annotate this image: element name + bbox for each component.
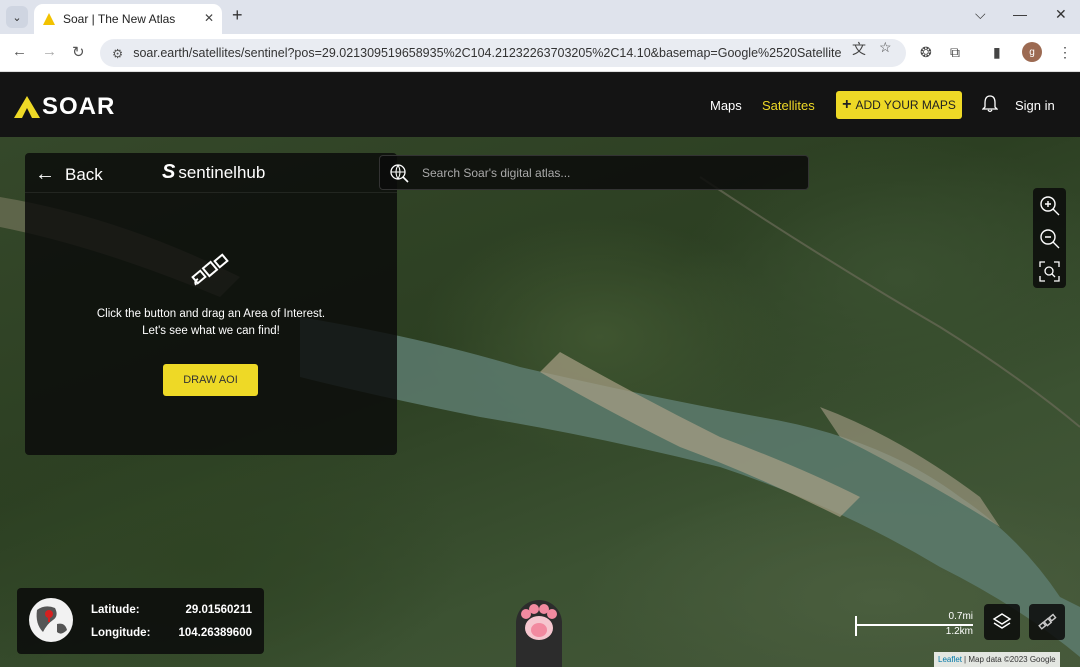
longitude-value: 104.26389600 [178,627,252,639]
tab-title: Soar | The New Atlas [63,12,176,26]
soar-logo[interactable]: SOAR [14,93,115,121]
globe-icon [29,598,73,642]
url-text: soar.earth/satellites/sentinel?pos=29.02… [133,46,842,60]
message-line-1: Click the button and drag an Area of Int… [96,308,326,320]
draw-aoi-button[interactable]: DRAW AOI [163,364,258,396]
extension-icon[interactable]: ❂ [920,44,932,61]
scale-mi: 0.7mi [948,611,973,622]
tab-close-icon[interactable]: ✕ [204,11,214,25]
scale-km: 1.2km [945,626,973,637]
layers-button[interactable] [984,604,1020,640]
browser-tab[interactable]: Soar | The New Atlas ✕ [34,4,222,34]
layers-icon [992,613,1012,629]
scale-tick [855,616,857,636]
bell-icon[interactable] [982,95,998,113]
tab-list-icon[interactable]: ⌵ [975,6,986,23]
satellite-icon [191,253,229,286]
satellite-tool-button[interactable] [1029,604,1065,640]
app-header: SOAR Maps Satellites + ADD YOUR MAPS Sig… [0,73,1080,137]
menu-icon[interactable]: ⋮ [1058,44,1072,61]
message-line-2: Let's see what we can find! [142,325,280,337]
coordinate-readout: Latitude: 29.01560211 Longitude: 104.263… [17,588,264,654]
attribution-text: | Map data ©2023 Google [964,655,1056,664]
minimize-button[interactable]: — [1013,6,1027,22]
back-arrow-icon: ← [35,163,55,185]
map-scale: 0.7mi 1.2km [855,610,975,640]
map-attribution: Leaflet | Map data ©2023 Google [934,652,1060,667]
profile-avatar[interactable]: g [1022,42,1042,62]
puzzle-icon[interactable]: ⧉ [950,44,960,61]
browser-tab-strip: ⌄ Soar | The New Atlas ✕ + ⌵ — ✕ [0,0,1080,34]
search-input[interactable] [422,165,792,180]
sentinelhub-mark-icon: S [162,161,176,183]
add-maps-label: ADD YOUR MAPS [855,98,956,112]
sidebar-icon[interactable]: ▮ [993,44,1001,61]
latitude-value: 29.01560211 [185,604,252,616]
atlas-search [379,155,809,190]
sentinel-panel: ← Back S sentinelhub Click the button an… [25,153,397,455]
star-icon[interactable]: ☆ [879,39,892,56]
forward-arrow-icon[interactable]: → [42,43,57,60]
tab-search-button[interactable]: ⌄ [6,6,28,28]
panel-header: ← Back S sentinelhub [25,153,397,193]
paw-mascot[interactable] [516,600,562,667]
zoom-out-icon[interactable] [1039,228,1060,249]
leaflet-link[interactable]: Leaflet [938,655,962,664]
back-button[interactable]: ← Back [35,163,103,186]
new-tab-button[interactable]: + [232,5,243,26]
panel-message: Click the button and drag an Area of Int… [25,306,397,340]
translate-icon[interactable]: 文 [852,39,866,59]
globe-search-icon [390,163,409,183]
back-arrow-icon[interactable]: ← [12,43,27,60]
tune-icon[interactable]: ⚙ [112,46,123,61]
sentinelhub-logo: S sentinelhub [162,161,265,184]
add-maps-button[interactable]: + ADD YOUR MAPS [836,91,962,119]
zoom-in-icon[interactable] [1039,195,1060,216]
zoom-controls [1033,188,1066,288]
latitude-label: Latitude: [91,604,140,616]
browser-toolbar: ← → ↻ ⚙ soar.earth/satellites/sentinel?p… [0,34,1080,72]
satellite-tool-icon [1038,613,1057,630]
warning-favicon [43,13,55,25]
reload-icon[interactable]: ↻ [72,43,85,61]
provider-name: sentinelhub [178,162,266,182]
zoom-area-icon[interactable] [1039,261,1060,282]
soar-logo-icon [14,96,40,118]
sign-in-link[interactable]: Sign in [1015,98,1055,113]
longitude-label: Longitude: [91,627,151,639]
paw-icon [521,604,557,640]
close-window-button[interactable]: ✕ [1055,6,1067,23]
nav-satellites[interactable]: Satellites [762,98,815,113]
logo-text: SOAR [42,93,116,120]
back-label: Back [65,164,103,184]
plus-icon: + [842,96,852,113]
nav-maps[interactable]: Maps [710,98,742,113]
address-bar[interactable]: ⚙ soar.earth/satellites/sentinel?pos=29.… [100,39,906,67]
